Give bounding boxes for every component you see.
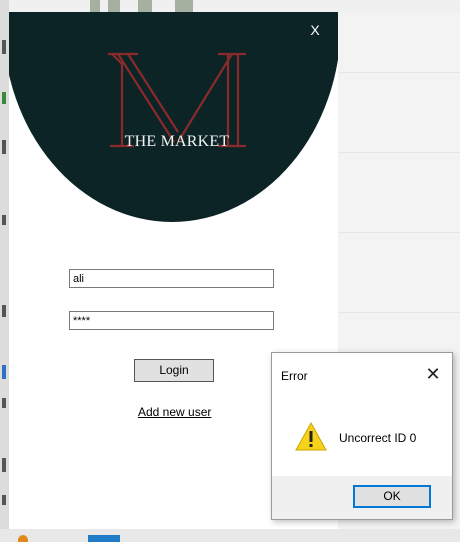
warning-icon <box>295 421 327 451</box>
dialog-close-button[interactable]: ✕ <box>422 363 444 385</box>
dialog-title: Error <box>281 369 308 383</box>
taskbar <box>0 529 460 542</box>
username-field[interactable] <box>69 269 274 288</box>
close-button[interactable]: X <box>307 22 323 40</box>
taskbar-app-icon-active[interactable] <box>88 535 120 542</box>
dialog-footer: OK <box>272 476 452 519</box>
taskbar-app-icon[interactable] <box>18 535 28 542</box>
login-button[interactable]: Login <box>134 359 214 382</box>
error-dialog: Error ✕ Uncorrect ID 0 OK <box>271 352 453 520</box>
add-new-user-link[interactable]: Add new user <box>138 405 212 419</box>
logo-text: THE MARKET <box>124 133 230 150</box>
background-top-strip <box>9 0 460 12</box>
ok-button[interactable]: OK <box>353 485 431 508</box>
dialog-message: Uncorrect ID 0 <box>339 431 417 445</box>
password-field[interactable] <box>69 311 274 330</box>
